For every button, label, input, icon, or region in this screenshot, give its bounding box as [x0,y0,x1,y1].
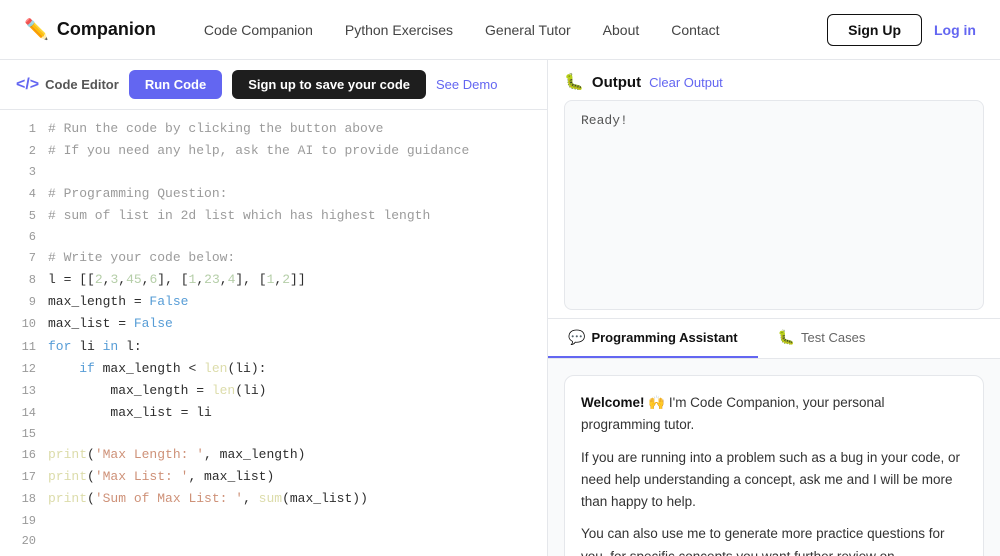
table-row: 17 print('Max List: ', max_list) [0,466,547,488]
login-nav-button[interactable]: Log in [934,22,976,38]
output-ready-text: Ready! [581,113,628,128]
assistant-content: Welcome! 🙌 Welcome! 🙌 I'm Code Companion… [548,359,1000,556]
editor-label: </> Code Editor [16,76,119,94]
pen-icon: ✏️ [24,17,49,42]
right-panel: 🐛 Output Clear Output Ready! 💬 Programmi… [548,60,1000,556]
code-icon: </> [16,76,39,94]
tab-programming-assistant[interactable]: 💬 Programming Assistant [548,319,758,358]
table-row: 14 max_list = li [0,402,547,424]
output-title: Output [592,74,641,91]
table-row: 2 # If you need any help, ask the AI to … [0,140,547,162]
output-header: 🐛 Output Clear Output [564,72,984,92]
table-row: 16 print('Max Length: ', max_length) [0,444,547,466]
table-row: 12 if max_length < len(li): [0,358,547,380]
chat-bubble: Welcome! 🙌 Welcome! 🙌 I'm Code Companion… [564,375,984,556]
table-row: 5 # sum of list in 2d list which has hig… [0,205,547,227]
run-code-button[interactable]: Run Code [129,70,222,99]
table-row: 7 # Write your code below: [0,247,547,269]
table-row: 19 [0,511,547,531]
table-row: 11 for li in l: [0,336,547,358]
assistant-welcome: Welcome! 🙌 Welcome! 🙌 I'm Code Companion… [581,392,967,437]
nav-about[interactable]: About [603,22,640,38]
tab-test-cases[interactable]: 🐛 Test Cases [758,319,886,358]
brand-name: Companion [57,19,156,40]
nav-python-exercises[interactable]: Python Exercises [345,22,453,38]
assistant-welcome-bold: Welcome! 🙌 [581,395,665,410]
table-row: 13 max_length = len(li) [0,380,547,402]
table-row: 20 [0,531,547,551]
assistant-para1: If you are running into a problem such a… [581,447,967,514]
navbar: ✏️ Companion Code Companion Python Exerc… [0,0,1000,60]
nav-code-companion[interactable]: Code Companion [204,22,313,38]
bug-icon: 🐛 [564,72,584,92]
see-demo-button[interactable]: See Demo [436,77,497,92]
editor-toolbar: </> Code Editor Run Code Sign up to save… [0,60,547,110]
navbar-actions: Sign Up Log in [827,14,976,46]
table-row: 15 [0,424,547,444]
tab-programming-assistant-label: Programming Assistant [591,330,737,345]
assistant-para2: You can also use me to generate more pra… [581,523,967,556]
output-box: Ready! [564,100,984,310]
table-row: 3 [0,162,547,182]
nav-contact[interactable]: Contact [671,22,719,38]
clear-output-button[interactable]: Clear Output [649,75,723,90]
code-editor-area[interactable]: 1 # Run the code by clicking the button … [0,110,547,556]
output-section: 🐛 Output Clear Output Ready! [548,60,1000,319]
save-code-button[interactable]: Sign up to save your code [232,70,426,99]
table-row: 4 # Programming Question: [0,183,547,205]
brand-logo[interactable]: ✏️ Companion [24,17,156,42]
tabs-bar: 💬 Programming Assistant 🐛 Test Cases [548,319,1000,359]
table-row: 6 [0,227,547,247]
table-row: 8 l = [[2,3,45,6], [1,23,4], [1,2]] [0,269,547,291]
table-row: 18 print('Sum of Max List: ', sum(max_li… [0,488,547,510]
signup-nav-button[interactable]: Sign Up [827,14,922,46]
main-container: </> Code Editor Run Code Sign up to save… [0,60,1000,556]
nav-general-tutor[interactable]: General Tutor [485,22,571,38]
tab-test-cases-label: Test Cases [801,330,865,345]
test-icon: 🐛 [778,329,795,346]
editor-label-text: Code Editor [45,77,119,92]
table-row: 10 max_list = False [0,313,547,335]
table-row: 1 # Run the code by clicking the button … [0,118,547,140]
table-row: 9 max_length = False [0,291,547,313]
chat-icon: 💬 [568,329,585,346]
navbar-nav: Code Companion Python Exercises General … [204,22,827,38]
left-panel: </> Code Editor Run Code Sign up to save… [0,60,548,556]
